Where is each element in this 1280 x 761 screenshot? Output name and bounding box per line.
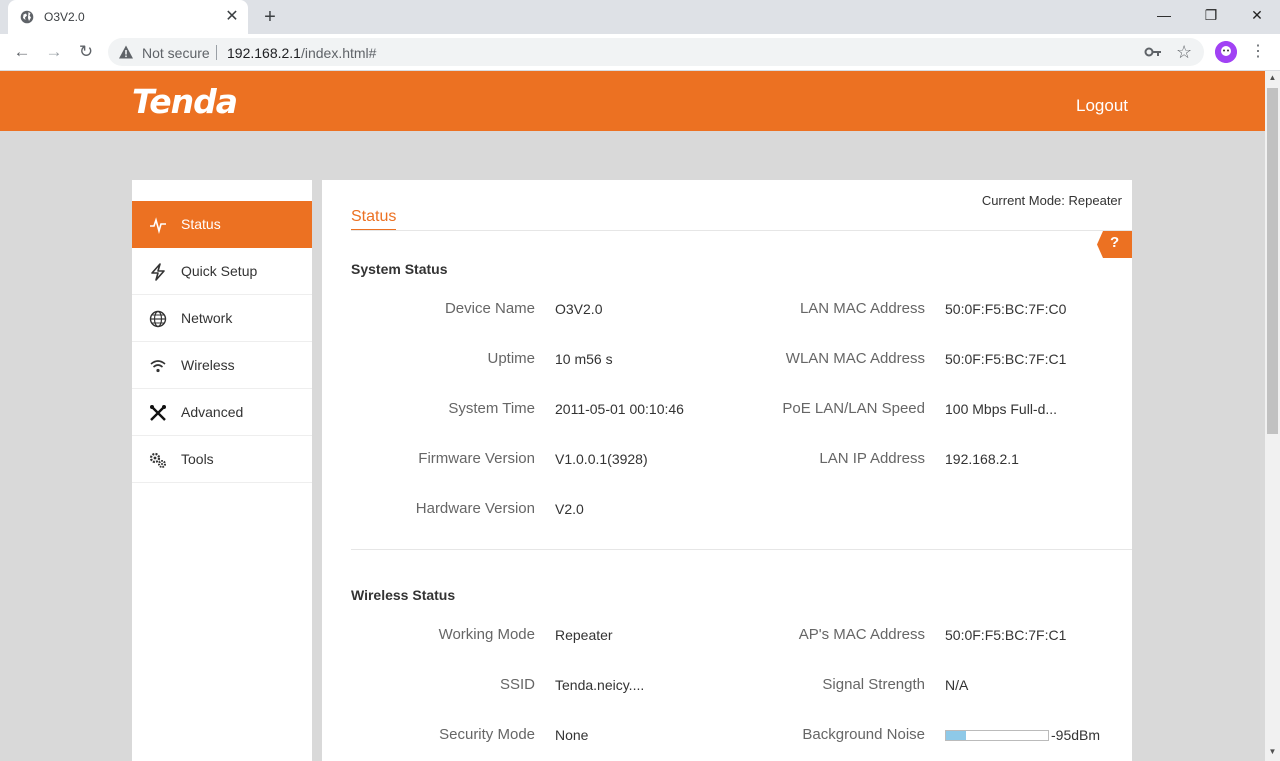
wireless-status-title: Wireless Status [351, 587, 456, 603]
restore-button[interactable]: ❐ [1188, 0, 1234, 30]
sidebar-item-tools[interactable]: Tools [132, 436, 312, 483]
background-noise-value: -95dBm [1051, 727, 1101, 743]
ap-mac-label: AP's MAC Address [798, 626, 925, 643]
sidebar-item-wireless[interactable]: Wireless [132, 342, 312, 389]
tenda-logo: Tenda [132, 82, 238, 121]
wifi-icon [150, 360, 166, 373]
reload-button[interactable]: ↻ [74, 40, 98, 64]
firmware-version-value: V1.0.0.1(3928) [555, 451, 648, 467]
scroll-up-arrow-icon[interactable]: ▲ [1265, 73, 1280, 85]
pulse-icon [150, 217, 166, 234]
app-header: Tenda Logout [0, 71, 1265, 131]
sidebar-item-quick-setup[interactable]: Quick Setup [132, 248, 312, 295]
browser-tab[interactable]: O3V2.0 ✕ [8, 0, 248, 34]
scrollbar-thumb[interactable] [1267, 88, 1278, 434]
bolt-icon [151, 263, 165, 281]
warning-icon [119, 45, 133, 59]
globe-icon [149, 310, 167, 328]
key-icon[interactable] [1144, 44, 1162, 60]
device-name-value: O3V2.0 [555, 301, 603, 317]
working-mode-value: Repeater [555, 627, 613, 643]
poe-lan-speed-label: PoE LAN/LAN Speed [782, 400, 925, 417]
page-scrollbar[interactable]: ▲ ▼ [1265, 71, 1280, 761]
hardware-version-value: V2.0 [555, 501, 584, 517]
signal-strength-value: N/A [945, 677, 969, 693]
logout-link[interactable]: Logout [1076, 96, 1128, 116]
system-time-label: System Time [448, 400, 535, 417]
help-button[interactable]: ? [1097, 231, 1132, 258]
sidebar-item-label: Quick Setup [181, 263, 258, 279]
back-button[interactable]: ← [10, 40, 34, 64]
sidebar-item-label: Network [181, 310, 233, 326]
page-viewport: Tenda Logout Status Quick Setup Network … [0, 71, 1265, 761]
lan-ip-value: 192.168.2.1 [945, 451, 1019, 467]
scroll-down-arrow-icon[interactable]: ▼ [1265, 747, 1280, 759]
tab-title: O3V2.0 [44, 10, 85, 24]
page-title: Status [351, 208, 397, 231]
sidebar-item-label: Tools [181, 451, 214, 467]
working-mode-label: Working Mode [438, 626, 535, 643]
current-mode: Current Mode: Repeater [981, 193, 1122, 208]
forward-button[interactable]: → [42, 40, 66, 64]
uptime-value: 10 m56 s [555, 351, 613, 367]
sidebar-item-advanced[interactable]: Advanced [132, 389, 312, 436]
browser-tab-strip: O3V2.0 ✕ + — ❐ ✕ [0, 0, 1280, 34]
sidebar-item-label: Status [181, 216, 221, 232]
sidebar-item-network[interactable]: Network [132, 295, 312, 342]
uptime-label: Uptime [487, 350, 535, 367]
sidebar-item-label: Wireless [181, 357, 235, 373]
browser-toolbar: ← → ↻ Not secure 192.168.2.1/index.html#… [0, 34, 1280, 71]
hardware-version-label: Hardware Version [415, 500, 535, 517]
security-mode-value: None [555, 727, 589, 743]
lan-mac-value: 50:0F:F5:BC:7F:C0 [945, 301, 1067, 317]
background-noise-label: Background Noise [802, 726, 925, 743]
profile-avatar[interactable] [1215, 41, 1237, 63]
tab-close-icon[interactable]: ✕ [223, 8, 241, 26]
globe-icon [20, 10, 34, 24]
lan-mac-label: LAN MAC Address [799, 300, 925, 317]
minimize-button[interactable]: — [1141, 0, 1187, 30]
close-window-button[interactable]: ✕ [1234, 0, 1280, 30]
tools-icon [150, 405, 166, 421]
device-name-label: Device Name [444, 300, 535, 317]
security-mode-label: Security Mode [439, 726, 535, 743]
poe-lan-speed-value: 100 Mbps Full-d... [945, 401, 1058, 417]
background-noise-fill [946, 731, 967, 740]
url-path: /index.html# [300, 45, 377, 61]
firmware-version-label: Firmware Version [418, 450, 535, 467]
ssid-value: Tenda.neicy.... [555, 677, 645, 693]
new-tab-button[interactable]: + [258, 6, 282, 30]
wlan-mac-label: WLAN MAC Address [785, 350, 925, 367]
help-question-mark: ? [1110, 234, 1120, 251]
wlan-mac-value: 50:0F:F5:BC:7F:C1 [945, 351, 1067, 367]
title-divider [351, 230, 1132, 231]
ssid-label: SSID [499, 676, 535, 693]
bookmark-star-icon[interactable]: ☆ [1176, 42, 1192, 62]
ap-mac-value: 50:0F:F5:BC:7F:C1 [945, 627, 1067, 643]
sidebar-nav: Status Quick Setup Network Wireless Adva… [132, 180, 312, 761]
sidebar-item-label: Advanced [181, 404, 244, 420]
system-status-title: System Status [351, 261, 448, 277]
browser-menu-icon[interactable]: ⋮ [1250, 40, 1266, 64]
address-bar[interactable]: Not secure 192.168.2.1/index.html# ☆ [108, 38, 1204, 66]
status-panel: Current Mode: Repeater Status ? System S… [322, 180, 1132, 761]
section-divider [351, 549, 1132, 550]
sidebar-item-status[interactable]: Status [132, 201, 312, 248]
url-text: 192.168.2.1/index.html# [227, 45, 376, 61]
not-secure-label: Not secure [142, 45, 210, 61]
url-host: 192.168.2.1 [227, 45, 301, 61]
system-time-value: 2011-05-01 00:10:46 [555, 401, 684, 417]
background-noise-bar [945, 730, 1049, 741]
lan-ip-label: LAN IP Address [819, 450, 925, 467]
gears-icon [149, 452, 166, 468]
omnibox-divider [216, 45, 217, 60]
signal-strength-label: Signal Strength [822, 676, 925, 693]
